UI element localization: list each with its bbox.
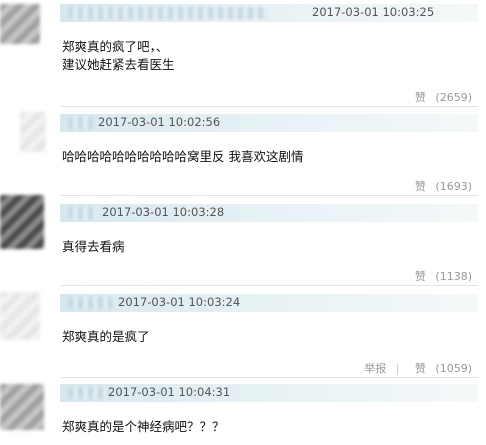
like-label: 赞 xyxy=(414,362,426,375)
avatar[interactable] xyxy=(0,4,40,44)
comment-text: 哈哈哈哈哈哈哈哈哈哈窝里反 我喜欢这剧情 xyxy=(62,148,303,166)
divider xyxy=(60,195,478,196)
like-label: 赞 xyxy=(414,270,426,283)
comment-timestamp: 2017-03-01 10:03:25 xyxy=(312,5,435,19)
username[interactable] xyxy=(68,297,112,309)
like-button[interactable]: 赞 (2659) xyxy=(409,91,472,104)
comment-header: 2017-03-01 10:03:24 xyxy=(60,294,478,312)
avatar[interactable] xyxy=(20,112,46,152)
comment-text-line: 郑爽真的是个神经病吧？？？ xyxy=(62,419,225,434)
username[interactable] xyxy=(68,207,98,219)
comment-text: 郑爽真的是疯了 xyxy=(62,328,150,346)
comment-timestamp: 2017-03-01 10:03:28 xyxy=(102,205,225,219)
divider xyxy=(60,106,478,107)
like-count: (2659) xyxy=(435,91,472,104)
comment-text-line: 郑爽真的疯了吧，、 xyxy=(62,39,169,54)
report-link[interactable]: 举报 xyxy=(364,362,386,375)
comment-timestamp: 2017-03-01 10:03:24 xyxy=(118,295,241,309)
comment-actions: 赞 (2659) xyxy=(403,89,472,105)
comment-header: 2017-03-01 10:04:31 xyxy=(60,384,478,402)
comment-text-line: 建议她赶紧去看医生 xyxy=(62,57,175,72)
like-button[interactable]: 赞 (1059) xyxy=(409,362,472,375)
like-count: (1693) xyxy=(435,180,472,193)
comment-timestamp: 2017-03-01 10:04:31 xyxy=(108,385,231,399)
username[interactable] xyxy=(68,7,268,19)
like-count: (1138) xyxy=(435,270,472,283)
username[interactable] xyxy=(68,387,110,399)
comment-text: 郑爽真的疯了吧，、 建议她赶紧去看医生 xyxy=(62,38,175,74)
like-button[interactable]: 赞 (1138) xyxy=(409,270,472,283)
like-label: 赞 xyxy=(414,180,426,193)
like-label: 赞 xyxy=(414,91,426,104)
comment-timestamp: 2017-03-01 10:02:56 xyxy=(98,115,221,129)
comment-text: 真得去看病 xyxy=(62,238,125,256)
comment-actions: 举报 | 赞 (1059) xyxy=(358,360,472,376)
comment-actions: 赞 (1693) xyxy=(403,178,472,194)
divider xyxy=(60,377,478,378)
comment-actions: 赞 (1138) xyxy=(403,268,472,284)
comment-text: 郑爽真的是个神经病吧？？？ xyxy=(62,418,225,436)
avatar[interactable] xyxy=(0,195,44,249)
like-count: (1059) xyxy=(435,362,472,375)
separator: | xyxy=(395,362,400,375)
comment-text-line: 真得去看病 xyxy=(62,239,125,254)
username[interactable] xyxy=(68,117,94,129)
comment-header: 2017-03-01 10:03:25 xyxy=(60,4,478,22)
avatar[interactable] xyxy=(0,292,40,340)
comment-header: 2017-03-01 10:02:56 xyxy=(60,114,478,132)
like-button[interactable]: 赞 (1693) xyxy=(409,180,472,193)
avatar[interactable] xyxy=(0,384,44,430)
comment-text-line: 哈哈哈哈哈哈哈哈哈哈窝里反 我喜欢这剧情 xyxy=(62,149,304,164)
comment-header: 2017-03-01 10:03:28 xyxy=(60,204,478,222)
comment-text-line: 郑爽真的是疯了 xyxy=(62,329,150,344)
divider xyxy=(60,285,478,286)
